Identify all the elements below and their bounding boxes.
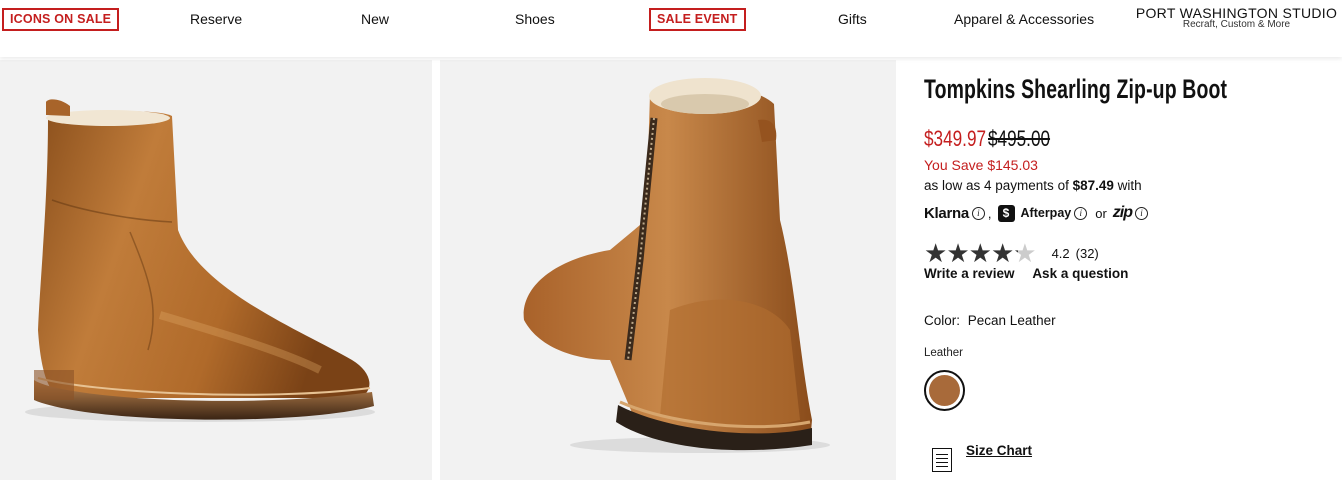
afterpay-logo[interactable]: Afterpay — [1021, 206, 1072, 220]
nav-apparel[interactable]: Apparel & Accessories — [954, 11, 1094, 27]
afterpay-info-icon[interactable]: i — [1074, 206, 1088, 220]
rating-value: 4.2 — [1051, 245, 1070, 261]
partial-star-icon: ★ — [1013, 238, 1037, 268]
boot-side-illustration — [25, 99, 375, 422]
material-label: Leather — [924, 347, 964, 359]
bnpl-comma: , — [987, 205, 992, 221]
nav-gifts[interactable]: Gifts — [838, 11, 867, 27]
klarna-logo[interactable]: Klarna — [924, 205, 969, 222]
payments-line: as low as 4 payments of $87.49 with — [924, 178, 1142, 193]
nav-reserve[interactable]: Reserve — [190, 11, 242, 27]
zip-info-icon[interactable]: i — [1135, 206, 1149, 220]
rating-row[interactable]: ★ ★ ★ ★ ★ 4.2 (32) — [924, 238, 1099, 268]
review-links: Write a review Ask a question — [924, 266, 1128, 281]
nav-icons-on-sale[interactable]: ICONS ON SALE — [2, 8, 120, 31]
bnpl-or: or — [1095, 205, 1107, 221]
you-save: You Save $145.03 — [924, 157, 1038, 173]
color-value: Pecan Leather — [967, 313, 1056, 328]
zip-logo[interactable]: zip — [1113, 204, 1133, 222]
nav-new[interactable]: New — [361, 11, 389, 27]
color-label: Color: — [924, 313, 961, 328]
original-price: $495.00 — [988, 126, 1051, 151]
product-image-back[interactable] — [440, 60, 896, 480]
ask-question-link[interactable]: Ask a question — [1032, 266, 1128, 281]
size-chart-link[interactable]: Size Chart — [966, 443, 1032, 458]
color-row: Color: Pecan Leather — [924, 313, 1056, 328]
bnpl-options: Klarna i , $ Afterpay i or zip i — [924, 203, 1149, 223]
write-review-link[interactable]: Write a review — [924, 266, 1015, 281]
klarna-info-icon[interactable]: i — [971, 206, 985, 220]
star-icon: ★ — [968, 238, 992, 268]
review-count: (32) — [1075, 245, 1099, 261]
product-image-side[interactable] — [0, 60, 432, 480]
top-nav: ICONS ON SALE Reserve New Shoes SALE EVE… — [0, 0, 1342, 57]
star-icon: ★ — [946, 238, 970, 268]
star-icon: ★ — [924, 238, 948, 268]
boot-back-illustration — [523, 78, 830, 453]
swatch-fill — [929, 375, 960, 406]
document-icon[interactable] — [932, 448, 952, 472]
nav-port-washington-studio[interactable]: PORT WASHINGTON STUDIO Recraft, Custom &… — [1134, 5, 1339, 30]
payments-suffix: with — [1117, 178, 1142, 193]
nav-sale-event[interactable]: SALE EVENT — [649, 8, 746, 31]
payments-amount: $87.49 — [1072, 178, 1114, 193]
star-icon: ★ — [990, 238, 1015, 268]
payments-prefix: as low as 4 payments of — [924, 178, 1069, 193]
afterpay-icon: $ — [997, 204, 1015, 222]
color-swatch-pecan[interactable] — [924, 370, 965, 411]
product-title: Tompkins Shearling Zip-up Boot — [924, 74, 1228, 104]
nav-shoes[interactable]: Shoes — [515, 11, 555, 27]
sale-price: $349.97 — [924, 126, 987, 151]
